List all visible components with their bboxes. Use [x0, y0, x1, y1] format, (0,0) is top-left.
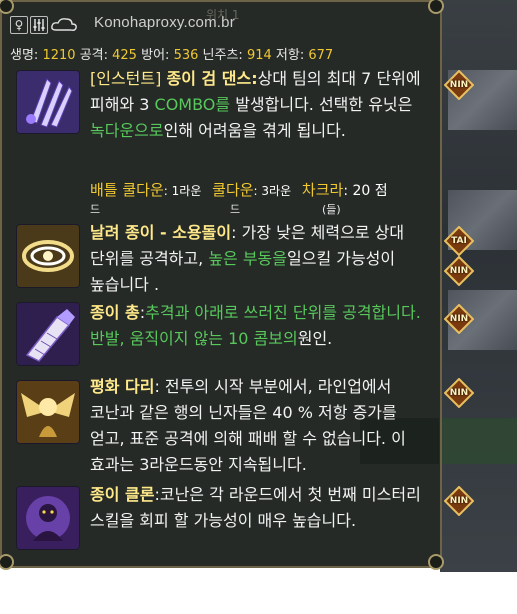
peace-bridge-icon[interactable]	[16, 380, 80, 444]
cooldown-label: 쿨다운	[212, 181, 254, 199]
chakra-label: 차크라	[301, 181, 344, 199]
badge-label: NIN	[449, 496, 469, 506]
badge-label: NIN	[449, 388, 469, 398]
cloud-icon	[50, 16, 78, 32]
skill-name: 종이 총	[90, 303, 140, 322]
cooldown-value: : 3라운	[253, 184, 292, 198]
ninjutsu-badge-icon: NIN	[444, 486, 474, 516]
skill-highlight: COMBO를	[154, 95, 231, 114]
skill-text: 발생합니다. 선택한 유닛은	[230, 95, 413, 114]
chakra-unit: (들)	[322, 203, 341, 216]
stat-label: 닌주츠:	[202, 48, 243, 63]
skill-description: 종이 총:추격과 아래로 쓰러진 단위를 공격합니다. 반발, 움직이지 않는 …	[90, 300, 436, 352]
skill-text: 원인.	[297, 329, 333, 348]
stat-line: 생명: 1210 공격: 425 방어: 536 닌주츠: 914 저항: 67…	[10, 44, 333, 63]
stat-value: 677	[308, 48, 334, 63]
skill-name: 종이 클론	[90, 485, 155, 504]
badge-label: TAI	[451, 236, 467, 246]
corner-ornament	[0, 554, 14, 570]
ninjutsu-badge-icon: NIN	[444, 304, 474, 334]
equalizer-icon	[30, 16, 48, 34]
ninjutsu-badge-icon: NIN	[444, 256, 474, 286]
stat-label: 생명:	[10, 48, 39, 63]
paper-gun-icon[interactable]	[16, 302, 80, 366]
skill-tag: [인스턴트]	[90, 69, 162, 88]
battle-cooldown-value: : 1라운	[163, 184, 202, 198]
paper-vortex-icon[interactable]	[16, 224, 80, 288]
skill-description: 종이 클론:코난은 각 라운드에서 첫 번째 미스터리 스킬을 회피 할 가능성…	[90, 482, 436, 534]
chakra-value: : 20 점	[343, 183, 388, 199]
skill-text: 인해 어려움을 겪게 됩니다.	[163, 121, 346, 140]
battle-cooldown-label: 배틀 쿨다운	[90, 181, 164, 199]
tooltip-header: ♀ Konohaproxy.com.br 위치 1	[8, 6, 438, 40]
taijutsu-badge-icon: TAI	[444, 226, 474, 256]
badge-label: NIN	[449, 314, 469, 324]
skill-name: 종이 검 댄스:	[166, 69, 258, 88]
skill-name: 평화 다리	[90, 377, 155, 396]
badge-label: NIN	[449, 80, 469, 90]
ninjutsu-badge-icon: NIN	[444, 70, 474, 100]
cooldown-unit: 드	[230, 203, 241, 216]
stat-value: 425	[112, 48, 137, 63]
corner-ornament	[428, 554, 444, 570]
skill-name: 날려 종이 - 소용돌이	[90, 223, 232, 242]
stat-label: 방어:	[141, 48, 170, 63]
ninja-tooltip: ♀ Konohaproxy.com.br 위치 1 생명: 1210 공격: 4…	[0, 0, 444, 570]
battle-cooldown-unit: 드	[90, 203, 101, 216]
cooldown-row: 배틀 쿨다운: 1라운 쿨다운: 3라운 차크라: 20 점	[90, 179, 388, 200]
paper-clone-icon[interactable]	[16, 486, 80, 550]
stat-value: 914	[246, 48, 272, 63]
skill-highlight: 높은 부동을	[208, 249, 287, 268]
skill-description: [인스턴트] 종이 검 댄스:상대 팀의 최대 7 단위에 피해와 3 COMB…	[90, 66, 436, 144]
skill-highlight: 녹다운으로	[90, 121, 164, 140]
badge-label: NIN	[449, 266, 469, 276]
skill-description: 날려 종이 - 소용돌이: 가장 낮은 체력으로 상대 단위를 공격하고, 높은…	[90, 220, 436, 298]
skill-description: 평화 다리: 전투의 시작 부분에서, 라인업에서 코난과 같은 행의 닌자들은…	[90, 374, 436, 478]
stat-value: 1210	[42, 48, 76, 63]
female-icon: ♀	[10, 16, 28, 34]
stat-value: 536	[173, 48, 199, 63]
stat-label: 공격:	[79, 48, 108, 63]
paper-sword-dance-icon[interactable]	[16, 70, 80, 134]
ninjutsu-badge-icon: NIN	[444, 378, 474, 408]
background-title: 위치 1	[206, 8, 240, 22]
stat-label: 저항:	[275, 48, 305, 63]
